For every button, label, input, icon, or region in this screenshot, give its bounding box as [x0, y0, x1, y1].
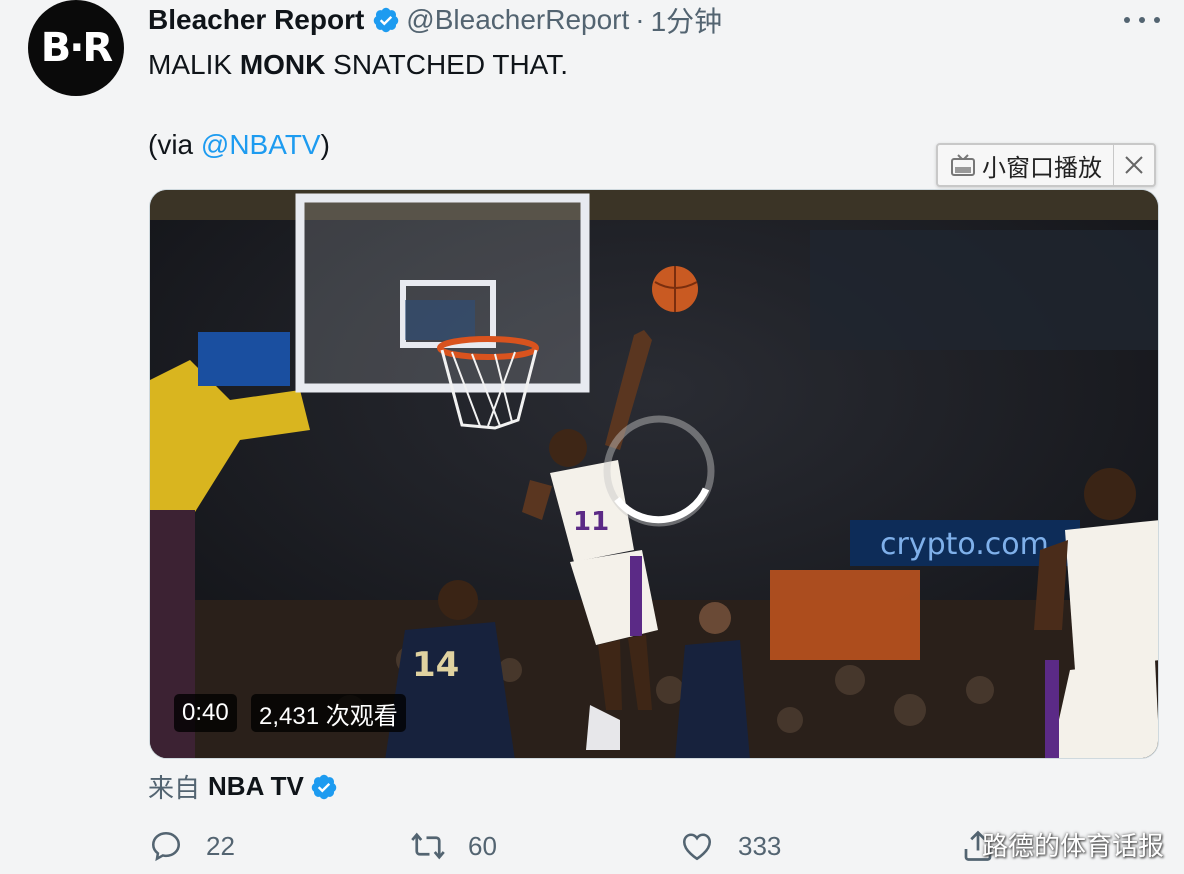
- heart-icon: [682, 833, 712, 861]
- more-options-icon[interactable]: [1124, 8, 1160, 32]
- author-handle[interactable]: @BleacherReport: [406, 4, 629, 36]
- author-name[interactable]: Bleacher Report: [148, 4, 364, 36]
- retweet-count: 60: [468, 830, 497, 861]
- svg-text:crypto.com: crypto.com: [880, 527, 1049, 562]
- verified-badge-icon: [374, 7, 399, 33]
- tweet-text-part1: MALIK: [148, 49, 240, 80]
- tweet-text-part2: SNATCHED THAT.: [325, 49, 569, 80]
- close-icon: [1125, 156, 1143, 174]
- reply-button[interactable]: 22: [148, 826, 235, 866]
- tweet-timestamp[interactable]: 1分钟: [651, 0, 723, 40]
- avatar-logo-text: B·R: [40, 25, 113, 71]
- svg-text:14: 14: [412, 645, 459, 685]
- video-views-badge: 2,431 次观看: [251, 694, 406, 732]
- watermark-text: 路德的体育话报: [982, 832, 1165, 862]
- header-separator: ·: [635, 4, 645, 35]
- mention-link[interactable]: @NBATV: [201, 129, 321, 160]
- reply-icon: [151, 831, 181, 862]
- like-button[interactable]: 333: [678, 826, 781, 866]
- tweet-via-line: (via @NBATV): [148, 125, 330, 165]
- author-avatar[interactable]: B·R: [28, 0, 124, 96]
- loading-spinner-icon: [603, 415, 715, 527]
- pip-play-button[interactable]: 小窗口播放: [938, 145, 1114, 185]
- like-count: 333: [738, 830, 782, 861]
- video-player[interactable]: crypto.com 11 14 0:40 2,431 次观看: [149, 189, 1159, 759]
- tweet-text: MALIK MONK SNATCHED THAT.: [148, 45, 568, 85]
- retweet-button[interactable]: 60: [410, 826, 497, 866]
- pip-label: 小窗口播放: [982, 153, 1102, 182]
- reply-count: 22: [206, 830, 235, 861]
- pip-close-button[interactable]: [1114, 145, 1154, 185]
- pip-popup: 小窗口播放: [936, 143, 1156, 187]
- tweet-text-bold: MONK: [239, 49, 326, 80]
- via-close: ): [320, 129, 330, 160]
- verified-badge-icon: [311, 774, 337, 799]
- video-duration: 0:40: [182, 699, 229, 726]
- retweet-icon: [411, 832, 445, 860]
- video-duration-badge: 0:40: [174, 694, 237, 732]
- video-views: 2,431 次观看: [259, 702, 398, 730]
- via-open: (via: [148, 129, 201, 160]
- tv-icon: [951, 154, 975, 176]
- tweet-header: Bleacher Report @BleacherReport · 1分钟: [148, 3, 722, 37]
- source-prefix: 来自: [148, 774, 201, 804]
- source-name-link[interactable]: NBA TV: [208, 771, 304, 802]
- source-attribution: 来自 NBA TV: [148, 768, 338, 805]
